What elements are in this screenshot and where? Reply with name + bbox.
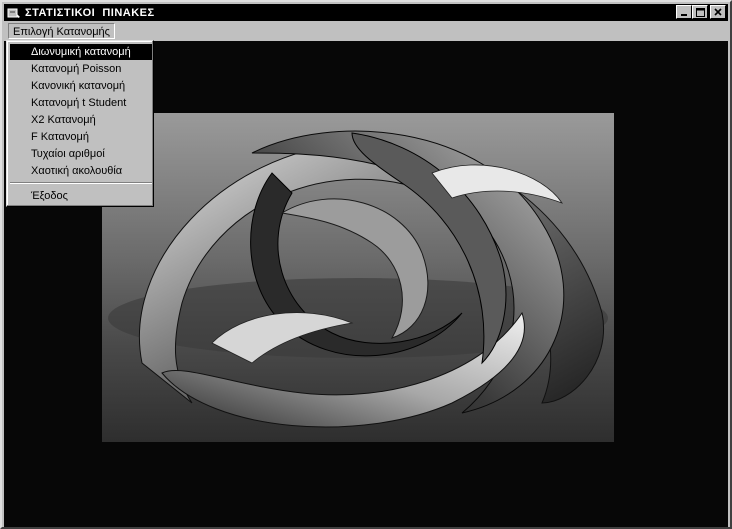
app-window: ΣΤΑΤΙΣΤΙΚΟΙ ΠΙΝΑΚΕΣ Επιλογή Κατανομής Δι… xyxy=(0,0,732,529)
distribution-dropdown-menu: Διωνυμική κατανομή Κατανομή Poisson Κανο… xyxy=(6,40,154,207)
close-icon xyxy=(714,8,722,16)
title-bar[interactable]: ΣΤΑΤΙΣΤΙΚΟΙ ΠΙΝΑΚΕΣ xyxy=(4,4,728,21)
menu-separator xyxy=(10,182,152,184)
menu-item-exit[interactable]: Έξοδος xyxy=(10,188,152,204)
minimize-icon xyxy=(681,14,687,16)
maximize-button[interactable] xyxy=(692,5,708,19)
minimize-button[interactable] xyxy=(676,5,692,19)
window-controls xyxy=(676,5,726,19)
menu-item-f-distribution[interactable]: F Κατανομή xyxy=(10,129,152,145)
app-icon[interactable] xyxy=(7,7,21,19)
close-button[interactable] xyxy=(710,5,726,19)
menu-item-poisson[interactable]: Κατανομή Poisson xyxy=(10,61,152,77)
background-picture xyxy=(102,113,614,442)
menu-item-t-student[interactable]: Κατανομή t Student xyxy=(10,95,152,111)
window-title: ΣΤΑΤΙΣΤΙΚΟΙ ΠΙΝΑΚΕΣ xyxy=(25,6,155,19)
menu-item-normal[interactable]: Κανονική κατανομή xyxy=(10,78,152,94)
maximize-icon xyxy=(695,7,705,17)
menu-item-chaotic-sequence[interactable]: Χαοτική ακολουθία xyxy=(10,163,152,179)
menu-item-chi-square[interactable]: X2 Κατανομή xyxy=(10,112,152,128)
menu-distribution-choice[interactable]: Επιλογή Κατανομής xyxy=(8,23,115,39)
menu-item-random-numbers[interactable]: Τυχαίοι αριθμοί xyxy=(10,146,152,162)
menu-bar: Επιλογή Κατανομής xyxy=(4,22,728,41)
menu-item-binomial[interactable]: Διωνυμική κατανομή xyxy=(10,44,152,60)
